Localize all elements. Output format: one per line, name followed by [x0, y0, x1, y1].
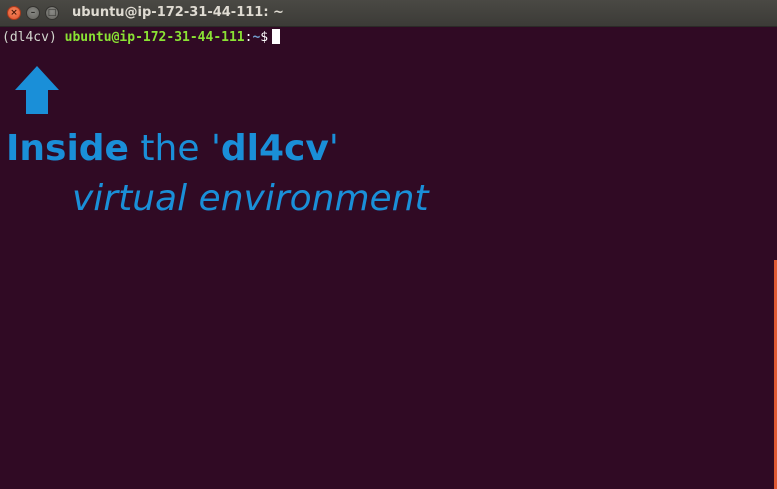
annotation-quote: ': [328, 128, 339, 169]
maximize-icon: □: [47, 8, 57, 18]
prompt-venv: (dl4cv): [2, 30, 57, 45]
annotation-heading: Inside the 'dl4cv': [6, 127, 339, 171]
close-icon: ×: [10, 8, 18, 18]
maximize-button[interactable]: □: [45, 6, 59, 20]
close-button[interactable]: ×: [7, 6, 21, 20]
minimize-icon: –: [30, 8, 36, 18]
window-title: ubuntu@ip-172-31-44-111: ~: [72, 5, 284, 20]
prompt-dollar: $: [260, 30, 269, 45]
annotation-subheading: virtual environment: [72, 178, 429, 219]
terminal-area[interactable]: (dl4cv) ubuntu@ip-172-31-44-111:~$ Insid…: [0, 27, 777, 489]
annotation-env-name: dl4cv: [220, 128, 329, 169]
annotation-inside: Inside: [6, 128, 129, 169]
title-bar[interactable]: × – □ ubuntu@ip-172-31-44-111: ~: [0, 0, 777, 27]
terminal-window: × – □ ubuntu@ip-172-31-44-111: ~ (dl4cv)…: [0, 0, 777, 489]
text-cursor: [272, 29, 281, 44]
prompt-userhost: ubuntu@ip-172-31-44-111: [64, 30, 245, 45]
up-arrow-icon: [15, 66, 59, 114]
minimize-button[interactable]: –: [26, 6, 40, 20]
prompt-line[interactable]: (dl4cv) ubuntu@ip-172-31-44-111:~$: [2, 29, 281, 46]
annotation-the: the ': [128, 128, 221, 169]
